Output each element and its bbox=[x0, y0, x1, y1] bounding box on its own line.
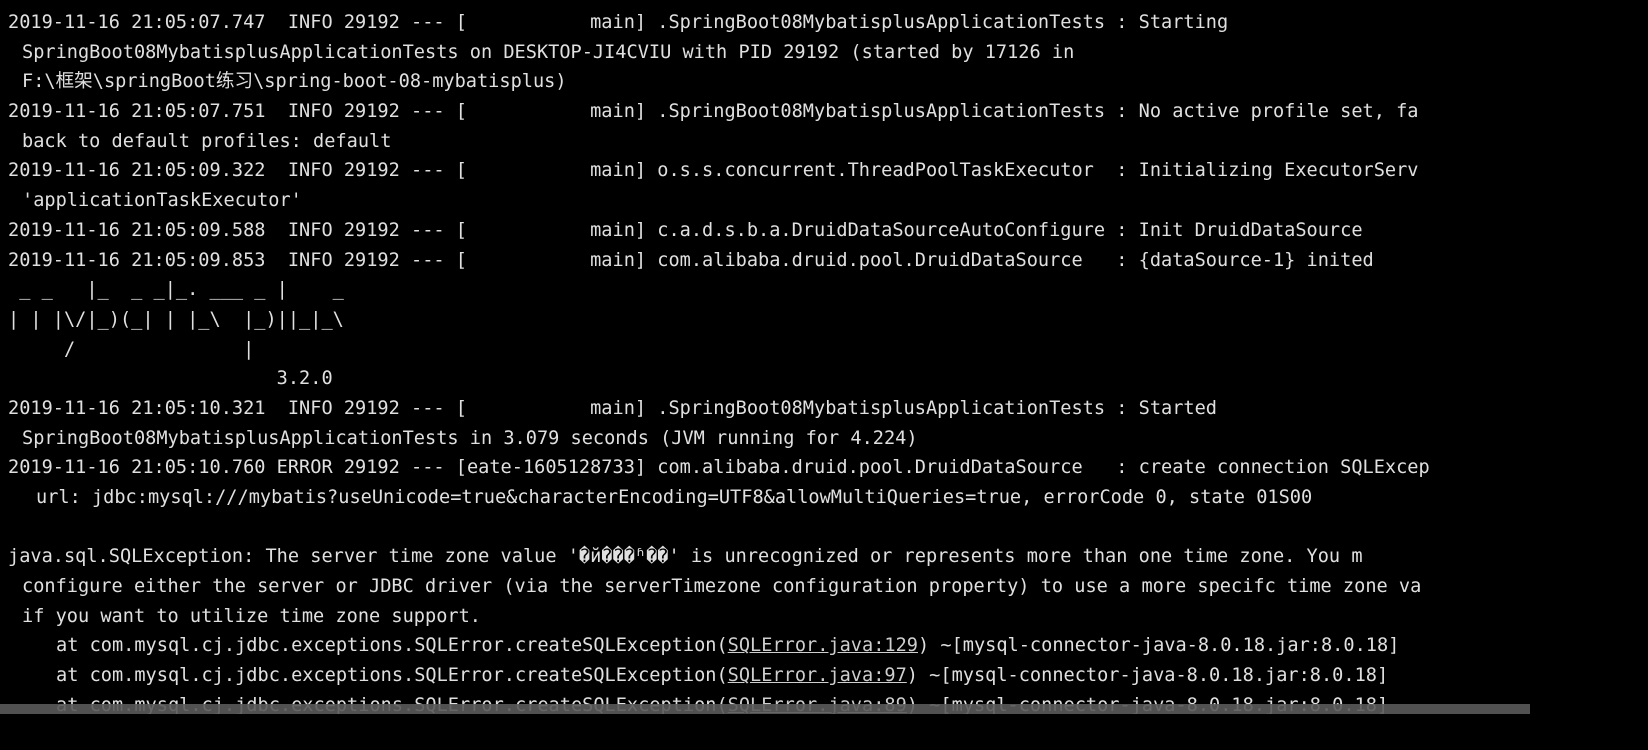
stack-frame-jar: ) ~[mysql-connector-java-8.0.18.jar:8.0.… bbox=[917, 635, 1400, 657]
banner-line: 3.2.0 bbox=[8, 368, 333, 390]
log-line: SpringBoot08MybatisplusApplicationTests … bbox=[22, 41, 1075, 63]
banner-line: | | |\/|_)(_| | |_\ |_)||_|_\ bbox=[8, 308, 344, 330]
stack-trace: at com.mysql.cj.jdbc.exceptions.SQLError… bbox=[0, 631, 1568, 714]
log-line: 2019-11-16 21:05:09.322 INFO 29192 --- [… bbox=[8, 160, 1419, 182]
stack-trace-line: at com.mysql.cj.jdbc.exceptions.SQLError… bbox=[0, 661, 1568, 691]
log-line: 2019-11-16 21:05:10.760 ERROR 29192 --- … bbox=[8, 457, 1430, 479]
log-line: 2019-11-16 21:05:09.853 INFO 29192 --- [… bbox=[8, 249, 1374, 271]
log-line: if you want to utilize time zone support… bbox=[22, 605, 481, 627]
log-line: url: jdbc:mysql:///mybatis?useUnicode=tr… bbox=[36, 487, 1313, 508]
stack-frame-method: at com.mysql.cj.jdbc.exceptions.SQLError… bbox=[56, 635, 728, 657]
log-line: configure either the server or JDBC driv… bbox=[22, 576, 1422, 598]
log-line: java.sql.SQLException: The server time z… bbox=[8, 546, 1363, 568]
stack-frame-method: at com.mysql.cj.jdbc.exceptions.SQLError… bbox=[56, 665, 728, 687]
log-line: 2019-11-16 21:05:10.321 INFO 29192 --- [… bbox=[8, 397, 1217, 419]
log-lines: 2019-11-16 21:05:07.747 INFO 29192 --- [… bbox=[0, 8, 1568, 631]
log-line: 2019-11-16 21:05:07.747 INFO 29192 --- [… bbox=[8, 12, 1229, 33]
banner-line: / | bbox=[8, 338, 255, 360]
horizontal-scrollbar[interactable] bbox=[0, 704, 1530, 714]
source-link[interactable]: SQLError.java:97 bbox=[728, 665, 907, 686]
log-line: 'applicationTaskExecutor' bbox=[22, 190, 302, 212]
source-link[interactable]: SQLError.java:129 bbox=[728, 635, 918, 656]
banner-line: _ _ |_ _ _|_. ___ _ | _ bbox=[8, 279, 344, 301]
log-line: F:\框架\springBoot练习\spring-boot-08-mybati… bbox=[22, 71, 567, 93]
console-output[interactable]: 2019-11-16 21:05:07.747 INFO 29192 --- [… bbox=[0, 0, 1568, 714]
stack-frame-jar: ) ~[mysql-connector-java-8.0.18.jar:8.0.… bbox=[906, 665, 1389, 687]
log-line: 2019-11-16 21:05:09.588 INFO 29192 --- [… bbox=[8, 219, 1363, 241]
log-line: back to default profiles: default bbox=[22, 130, 392, 152]
stack-trace-line: at com.mysql.cj.jdbc.exceptions.SQLError… bbox=[0, 631, 1568, 661]
log-line: SpringBoot08MybatisplusApplicationTests … bbox=[22, 427, 918, 449]
log-line: 2019-11-16 21:05:07.751 INFO 29192 --- [… bbox=[8, 101, 1419, 123]
